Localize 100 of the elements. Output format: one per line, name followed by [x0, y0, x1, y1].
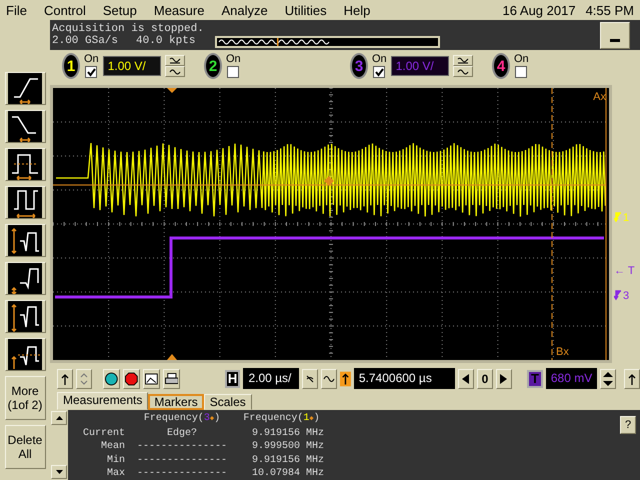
menu-item[interactable]: Setup [102, 2, 145, 18]
stop-button[interactable] [123, 368, 140, 388]
row-label: Min [106, 454, 125, 467]
table-cell-text: 9.919156 MHz [250, 454, 324, 467]
channel-badge[interactable]: 3 [350, 53, 368, 79]
coupling-button[interactable] [452, 66, 473, 77]
checkbox-label: On [372, 54, 387, 65]
tab[interactable]: Markers [148, 394, 204, 410]
right-button[interactable] [496, 368, 512, 388]
table-cell-text: --------------- [136, 467, 228, 480]
rise-time-icon [8, 73, 42, 104]
measurement-button[interactable] [4, 224, 46, 257]
delay-field[interactable]: 5.7400600 µs [354, 368, 455, 389]
menu-item[interactable]: File [6, 2, 35, 18]
octagon-icon [125, 372, 138, 386]
fine-button[interactable] [302, 368, 318, 388]
channel-checkbox[interactable] [85, 66, 98, 78]
channel-checkbox[interactable] [515, 66, 528, 78]
pin-button[interactable] [624, 368, 640, 388]
checkbox-label: On [226, 54, 241, 65]
menu-item[interactable]: Measure [154, 2, 212, 18]
row-label: Max [106, 467, 125, 480]
amplitude-icon [8, 225, 42, 256]
reference-button[interactable]: 0 [476, 368, 493, 388]
ac-wave-icon [168, 57, 181, 64]
row-label: Mean [100, 440, 125, 454]
up-down-arrow-icon [602, 370, 614, 388]
run-button[interactable] [103, 368, 120, 388]
up-arrow-icon [56, 416, 62, 420]
scrollbar[interactable] [50, 410, 68, 480]
base-level-icon [8, 263, 42, 294]
table-cell-text: --------------- [136, 454, 228, 467]
channel-checkbox[interactable] [227, 66, 240, 78]
left-arrow-icon [462, 374, 470, 384]
measurement-button[interactable] [4, 72, 46, 105]
left-button[interactable] [458, 368, 474, 388]
triangle-marker-icon [167, 88, 177, 93]
checkbox-label: On [514, 54, 529, 65]
tab[interactable]: Scales [204, 394, 252, 410]
channel-badge[interactable]: 2 [204, 53, 222, 79]
checkbox-label: On [84, 54, 99, 65]
menu-item[interactable]: Utilities [284, 2, 335, 18]
date-text: 16 Aug 2017 [502, 2, 576, 18]
peak-to-peak-icon [8, 301, 42, 332]
more-button[interactable]: More (1of 2) [4, 376, 46, 420]
double-chevron-icon [78, 372, 90, 386]
period-icon [8, 187, 42, 218]
help-button[interactable]: ? [620, 416, 636, 434]
sample-rate-text: 2.00 GSa/s [52, 35, 118, 47]
circle-icon [105, 372, 118, 386]
printer-icon [164, 372, 178, 386]
fine-wave-icon [304, 372, 315, 384]
screenshot-button[interactable] [142, 368, 160, 388]
level-label: ← T [614, 265, 635, 277]
zoom-button[interactable] [76, 368, 92, 388]
memory-depth-text: 40.0 kpts [136, 35, 196, 47]
menu-item[interactable]: Analyze [221, 2, 276, 18]
minimize-button[interactable] [600, 22, 630, 48]
horizontal-label: H [224, 370, 240, 388]
wave-icon [322, 374, 335, 384]
channel-badge[interactable]: 1 [62, 53, 80, 79]
measurement-button[interactable] [4, 262, 46, 295]
cursor-label: Bx [556, 346, 569, 358]
trigger-label: T [527, 370, 543, 388]
delay-arrow-icon [340, 370, 351, 386]
coarse-button[interactable] [320, 368, 337, 388]
table-cell-text: 9.999500 MHz [250, 440, 324, 454]
level-label: 3 [623, 290, 630, 302]
scale-field[interactable]: 1.00 V/ [102, 56, 161, 76]
status-text: Acquisition is stopped. [52, 23, 205, 35]
menu-item[interactable]: Help [344, 2, 378, 18]
measurement-button[interactable] [4, 110, 46, 143]
diamond-marker-icon [324, 176, 334, 186]
measurement-button[interactable] [4, 148, 46, 181]
menu-item[interactable]: Control [44, 2, 94, 18]
tab[interactable]: Measurements [57, 392, 148, 410]
table-cell-text: Edge? [166, 426, 198, 440]
print-button[interactable] [162, 368, 180, 388]
measurement-button[interactable] [4, 338, 46, 371]
channel-checkbox[interactable] [373, 66, 386, 78]
trigger-level-field[interactable]: 680 mV [546, 368, 598, 389]
cursor-label: Ax [593, 91, 606, 103]
measurement-button[interactable] [4, 300, 46, 333]
channel-badge[interactable]: 4 [492, 53, 510, 79]
level-spin-button[interactable] [600, 368, 616, 388]
down-arrow-icon [56, 470, 62, 474]
time-scale-field[interactable]: 2.00 µs/ [243, 368, 299, 389]
triangle-marker-icon [167, 354, 177, 360]
right-arrow-icon [500, 374, 508, 384]
level-label: 1 [623, 212, 630, 224]
delete-all-button[interactable]: Delete All [4, 425, 46, 469]
pulse-width-icon [8, 149, 42, 180]
coupling-button[interactable] [164, 55, 185, 66]
measurement-button[interactable] [4, 186, 46, 219]
pin-button[interactable] [57, 368, 73, 388]
wave-icon [168, 68, 181, 75]
time-text: 4:55 PM [586, 2, 634, 18]
coupling-button[interactable] [452, 55, 473, 66]
table-cell-text: 9.919156 MHz [250, 426, 324, 440]
coupling-button[interactable] [164, 66, 185, 77]
